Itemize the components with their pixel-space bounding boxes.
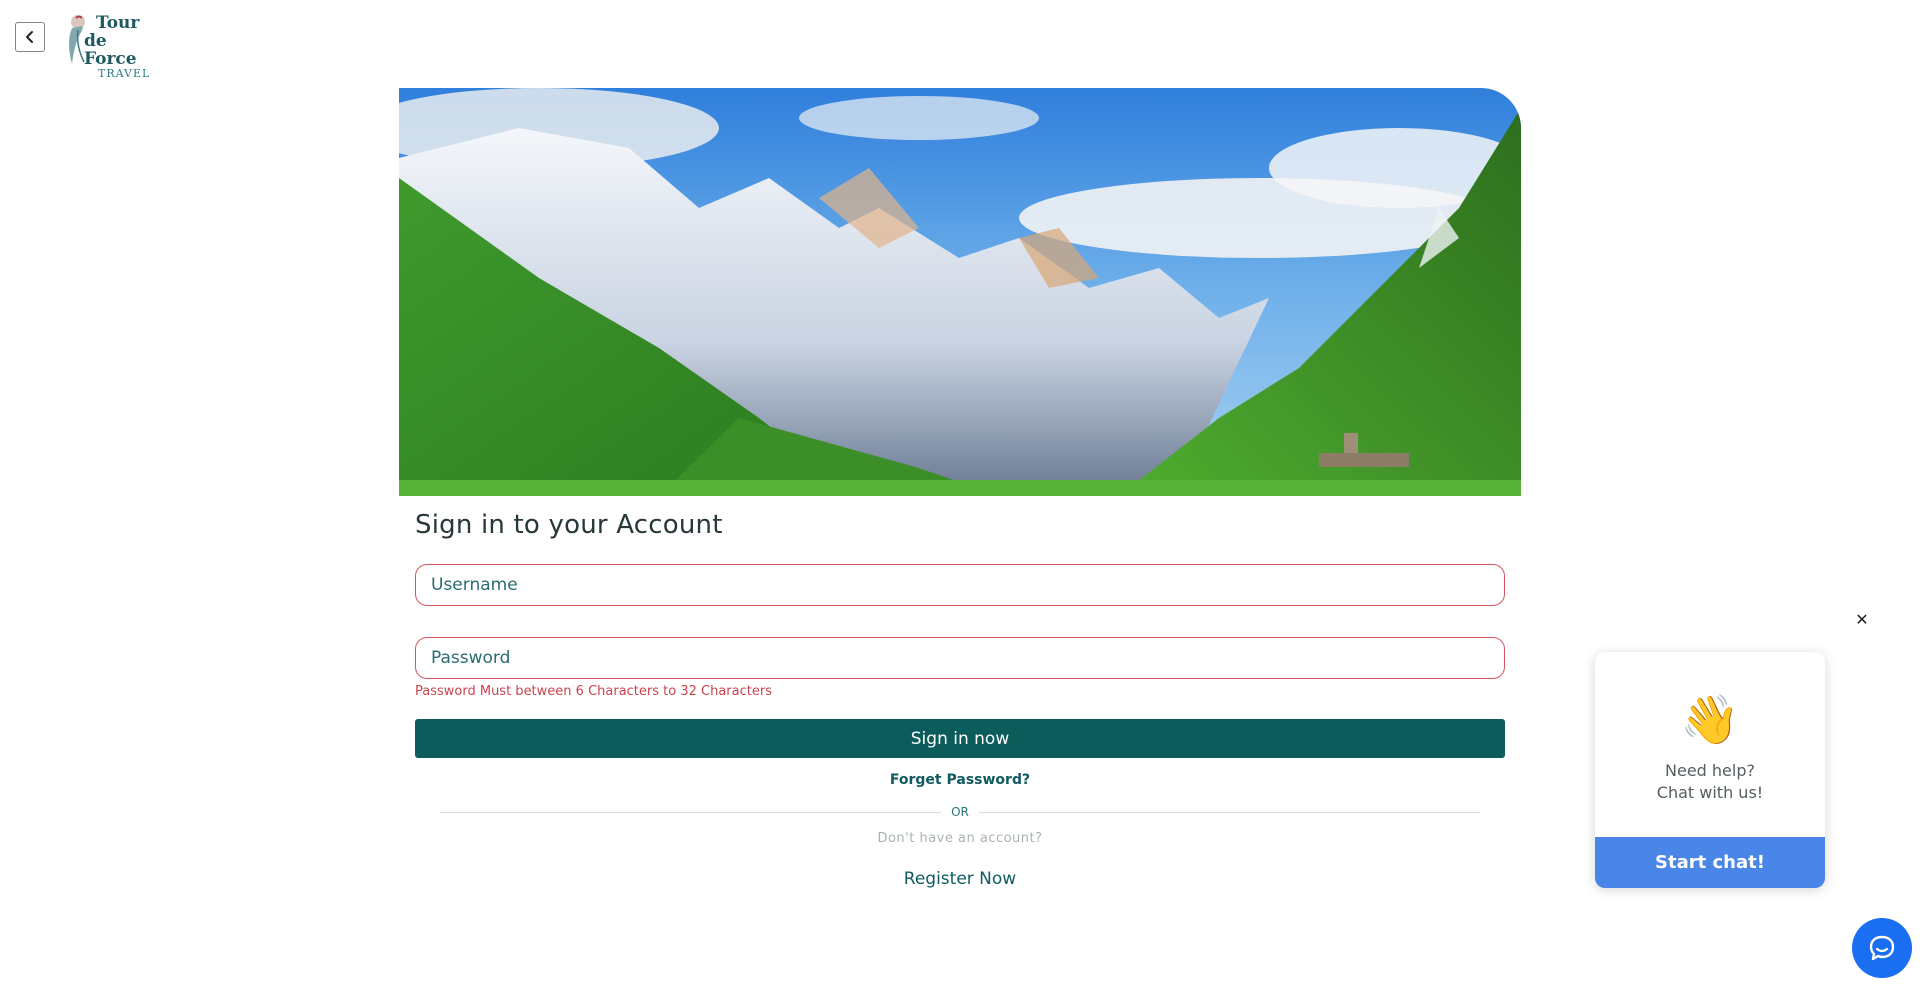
page-title: Sign in to your Account xyxy=(415,510,723,540)
password-input[interactable] xyxy=(415,637,1505,679)
brand-logo[interactable]: Tour de Force TRAVEL xyxy=(64,13,164,80)
chat-close-icon[interactable]: ✕ xyxy=(1852,610,1872,630)
start-chat-button[interactable]: Start chat! xyxy=(1595,837,1825,888)
waving-hand-icon: 👋 xyxy=(1680,692,1740,748)
chat-bubble-icon xyxy=(1869,935,1895,961)
mountain-landscape-image xyxy=(399,88,1521,496)
password-error-message: Password Must between 6 Characters to 32… xyxy=(415,684,772,699)
logo-text-line2: de Force xyxy=(84,31,137,69)
username-input[interactable] xyxy=(415,564,1505,606)
sign-in-button[interactable]: Sign in now xyxy=(415,719,1505,758)
logo-text-line1: Tour xyxy=(96,13,140,33)
chat-help-text: Need help? Chat with us! xyxy=(1595,760,1825,804)
chat-help-line1: Need help? xyxy=(1665,761,1755,780)
or-label: OR xyxy=(941,805,979,819)
chat-launcher-button[interactable] xyxy=(1852,918,1912,978)
hero-image xyxy=(399,88,1521,496)
chat-widget-card: 👋 Need help? Chat with us! Start chat! xyxy=(1595,652,1825,888)
chevron-left-icon xyxy=(26,31,33,43)
forgot-password-link[interactable]: Forget Password? xyxy=(890,772,1030,788)
logo-text-line3: TRAVEL xyxy=(98,67,151,80)
back-button[interactable] xyxy=(15,22,45,52)
chat-help-line2: Chat with us! xyxy=(1656,783,1764,802)
register-now-link[interactable]: Register Now xyxy=(904,869,1016,889)
